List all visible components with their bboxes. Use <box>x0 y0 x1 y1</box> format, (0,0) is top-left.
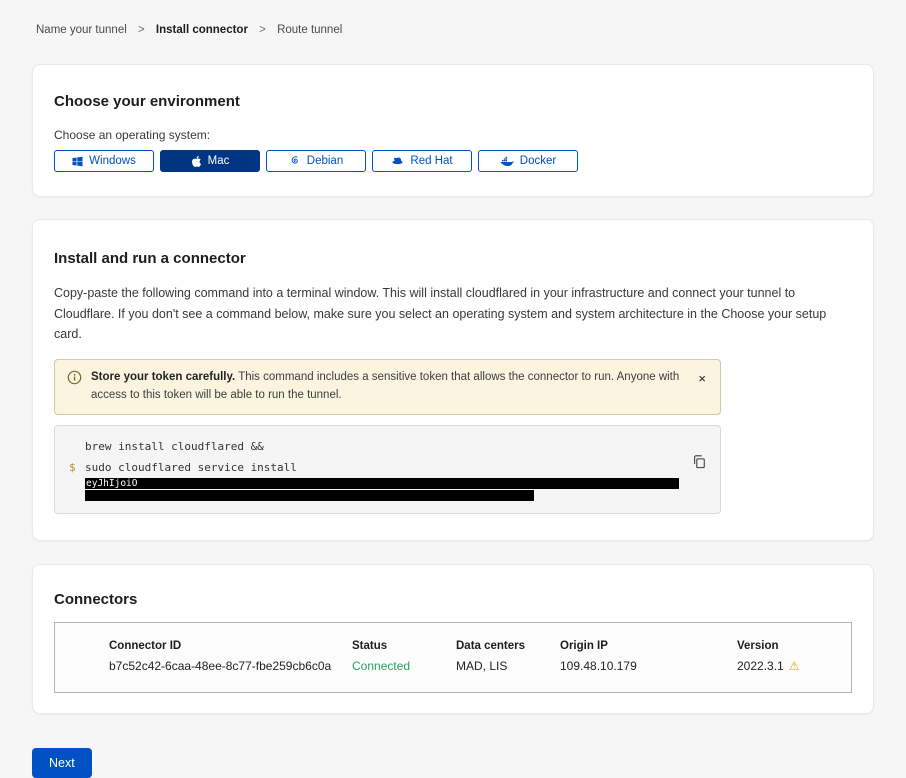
breadcrumb-install-connector[interactable]: Install connector <box>156 24 248 36</box>
info-circle-icon <box>67 370 82 390</box>
code-line-brew: brew install cloudflared && <box>85 436 706 457</box>
close-icon[interactable]: × <box>696 372 708 385</box>
windows-icon <box>72 156 83 167</box>
table-row: b7c52c42-6caa-48ee-8c77-fbe259cb6c0a Con… <box>109 659 851 673</box>
tunnel-setup-page: Name your tunnel > Install connector > R… <box>0 0 906 740</box>
os-button-redhat[interactable]: Red Hat <box>372 150 472 172</box>
connectors-card: Connectors Connector ID Status Data cent… <box>32 564 874 714</box>
os-button-label: Mac <box>208 155 230 167</box>
os-select-label: Choose an operating system: <box>54 128 852 142</box>
token-line: eyJhIjoiO <box>85 478 706 501</box>
cell-origin-ip: 109.48.10.179 <box>560 659 737 673</box>
token-redaction-bar: eyJhIjoiO <box>85 478 679 489</box>
install-connector-card: Install and run a connector Copy-paste t… <box>32 219 874 541</box>
header-connector-id: Connector ID <box>109 640 352 652</box>
os-button-label: Docker <box>520 155 556 167</box>
connectors-table: Connector ID Status Data centers Origin … <box>54 622 852 693</box>
install-description: Copy-paste the following command into a … <box>54 283 852 345</box>
code-prompt-spacer <box>69 436 85 457</box>
token-warning-banner: Store your token carefully. This command… <box>54 359 721 415</box>
os-button-docker[interactable]: Docker <box>478 150 578 172</box>
breadcrumb-separator: > <box>138 24 145 36</box>
token-warning-bold: Store your token carefully. <box>91 371 235 383</box>
os-button-label: Windows <box>89 155 136 167</box>
install-command-code-block: brew install cloudflared && $ sudo cloud… <box>54 425 721 514</box>
redhat-icon <box>391 156 404 167</box>
os-button-label: Debian <box>307 155 343 167</box>
os-button-mac[interactable]: Mac <box>160 150 260 172</box>
header-data-centers: Data centers <box>456 640 560 652</box>
code-line-service-install: sudo cloudflared service install <box>85 457 706 478</box>
shell-prompt: $ <box>69 457 85 478</box>
next-button[interactable]: Next <box>32 748 92 778</box>
install-card-title: Install and run a connector <box>54 250 852 267</box>
breadcrumb-name-your-tunnel[interactable]: Name your tunnel <box>36 24 127 36</box>
os-button-label: Red Hat <box>410 155 452 167</box>
warning-triangle-icon: ⚠ <box>789 659 800 673</box>
code-lines: brew install cloudflared && $ sudo cloud… <box>69 436 706 501</box>
header-origin-ip: Origin IP <box>560 640 737 652</box>
breadcrumb: Name your tunnel > Install connector > R… <box>0 0 906 36</box>
copy-icon[interactable] <box>690 452 708 474</box>
docker-icon <box>500 156 514 167</box>
cell-status: Connected <box>352 659 456 673</box>
header-status: Status <box>352 640 456 652</box>
token-warning-text: Store your token carefully. This command… <box>91 369 687 405</box>
os-button-windows[interactable]: Windows <box>54 150 154 172</box>
os-button-row: Windows Mac Debian Red Hat <box>54 150 852 172</box>
environment-card-title: Choose your environment <box>54 93 852 110</box>
os-button-debian[interactable]: Debian <box>266 150 366 172</box>
header-version: Version <box>737 640 851 652</box>
token-prefix: eyJhIjoiO <box>85 478 137 489</box>
connectors-card-title: Connectors <box>54 591 852 608</box>
token-redaction-bar <box>85 490 534 501</box>
footer: Next <box>32 748 874 778</box>
breadcrumb-separator: > <box>259 24 266 36</box>
cell-connector-id: b7c52c42-6caa-48ee-8c77-fbe259cb6c0a <box>109 659 352 673</box>
cell-version: 2022.3.1 ⚠ <box>737 659 851 673</box>
apple-icon <box>191 155 202 168</box>
cell-data-centers: MAD, LIS <box>456 659 560 673</box>
debian-icon <box>289 155 301 167</box>
environment-card: Choose your environment Choose an operat… <box>32 64 874 197</box>
version-value: 2022.3.1 <box>737 659 784 673</box>
connectors-table-header: Connector ID Status Data centers Origin … <box>109 640 851 652</box>
breadcrumb-route-tunnel[interactable]: Route tunnel <box>277 24 342 36</box>
